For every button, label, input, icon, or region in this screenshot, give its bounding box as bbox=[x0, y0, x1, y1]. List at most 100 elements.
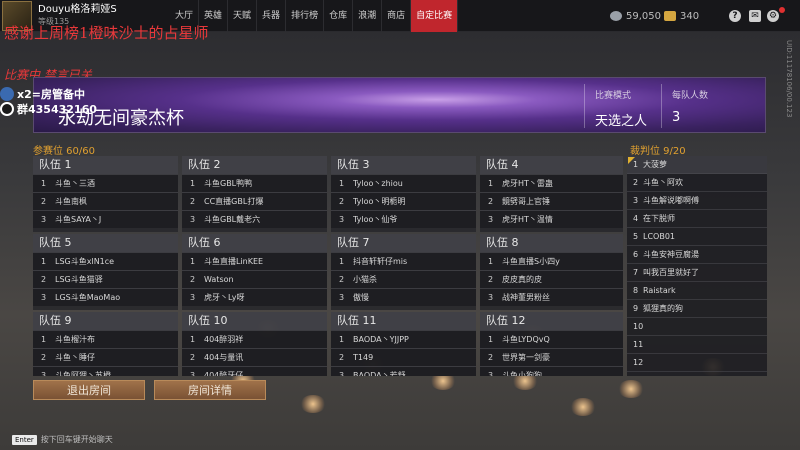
team-card[interactable]: 队伍 3 1 Tyloo丶zhiou 2 Tyloo丶明栀明 3 Tyloo丶仙爷 bbox=[331, 156, 476, 232]
slot-number: 3 bbox=[190, 293, 196, 302]
player-slot[interactable]: 1 Tyloo丶zhiou bbox=[331, 174, 476, 192]
player-slot[interactable]: 3 404醉牙仔 bbox=[182, 366, 327, 376]
referee-slot[interactable]: 7 叫我百里就好了 bbox=[627, 264, 767, 282]
player-slot[interactable]: 2 鏡劈哥上官锤 bbox=[480, 192, 623, 210]
silver-currency: 59,050 bbox=[610, 0, 661, 32]
mail-icon[interactable]: ✉ bbox=[749, 10, 761, 22]
stream-overlay-admin: x2=房管备中 bbox=[0, 86, 85, 102]
player-slot[interactable]: 2 T149 bbox=[331, 348, 476, 366]
team-card[interactable]: 队伍 8 1 斗鱼直播S小四y 2 皮皮真的皮 3 战神董男粉丝 bbox=[480, 234, 623, 310]
team-card[interactable]: 队伍 1 1 斗鱼丶三酒 2 斗鱼南枫 3 斗鱼SAYA丶J bbox=[33, 156, 178, 232]
nav-leaderboard[interactable]: 排行榜 bbox=[286, 0, 325, 32]
player-name: 斗鱼SAYA丶J bbox=[55, 215, 102, 224]
team-card[interactable]: 队伍 2 1 斗鱼GBL鸭鸭 2 CC直播GBL打爆 3 斗鱼GBL戴老六 bbox=[182, 156, 327, 232]
team-card[interactable]: 队伍 12 1 斗鱼LYDQvQ 2 世界第一剑豪 3 斗鱼小狗狗 bbox=[480, 312, 623, 376]
nav-shop[interactable]: 商店 bbox=[382, 0, 412, 32]
referee-slot[interactable]: 10 bbox=[627, 318, 767, 336]
help-icon[interactable]: ? bbox=[729, 10, 741, 22]
slot-number: 1 bbox=[339, 257, 345, 266]
player-slot[interactable]: 2 404与量讯 bbox=[182, 348, 327, 366]
player-slot[interactable]: 2 Tyloo丶明栀明 bbox=[331, 192, 476, 210]
referee-slot[interactable]: 11 bbox=[627, 336, 767, 354]
player-slot[interactable]: 2 Watson bbox=[182, 270, 327, 288]
team-card[interactable]: 队伍 4 1 虎牙HT丶雷蛊 2 鏡劈哥上官锤 3 虎牙HT丶温情 bbox=[480, 156, 623, 232]
player-slot[interactable]: 3 虎牙HT丶温情 bbox=[480, 210, 623, 228]
referee-number: 9 bbox=[633, 304, 639, 313]
referee-number: 10 bbox=[633, 322, 644, 331]
player-slot[interactable]: 1 斗鱼直播S小四y bbox=[480, 252, 623, 270]
team-card[interactable]: 队伍 7 1 抖音轩轩仔mis 2 小猫杀 3 傲慢 bbox=[331, 234, 476, 310]
nav-storage[interactable]: 仓库 bbox=[324, 0, 354, 32]
player-slot[interactable]: 1 斗鱼GBL鸭鸭 bbox=[182, 174, 327, 192]
player-slot[interactable]: 3 Tyloo丶仙爷 bbox=[331, 210, 476, 228]
player-name: 404醉牙仔 bbox=[204, 371, 244, 376]
settings-icon[interactable]: ⚙ bbox=[767, 10, 779, 22]
player-slot[interactable]: 2 斗鱼丶睡仔 bbox=[33, 348, 178, 366]
player-slot[interactable]: 2 小猫杀 bbox=[331, 270, 476, 288]
slot-number: 3 bbox=[41, 293, 47, 302]
slot-number: 2 bbox=[190, 197, 196, 206]
referee-slot[interactable]: 3 斗鱼解说嘟啊傅 bbox=[627, 192, 767, 210]
player-name: 斗鱼阿狸丶苏橙 bbox=[55, 371, 111, 376]
exit-room-button[interactable]: 退出房间 bbox=[33, 380, 145, 400]
player-name: 404与量讯 bbox=[204, 353, 244, 362]
team-card[interactable]: 队伍 9 1 斗鱼榴汁布 2 斗鱼丶睡仔 3 斗鱼阿狸丶苏橙 bbox=[33, 312, 178, 376]
nav-weapons[interactable]: 兵器 bbox=[257, 0, 287, 32]
player-slot[interactable]: 2 LSG斗鱼猫驿 bbox=[33, 270, 178, 288]
gold-amount: 340 bbox=[680, 10, 700, 22]
player-slot[interactable]: 1 斗鱼直播LinKEE bbox=[182, 252, 327, 270]
slot-number: 3 bbox=[41, 371, 47, 376]
player-name: CC直播GBL打爆 bbox=[204, 197, 264, 206]
referee-slot[interactable]: 6 斗鱼安神豆腐湯 bbox=[627, 246, 767, 264]
player-slot[interactable]: 3 傲慢 bbox=[331, 288, 476, 306]
team-card[interactable]: 队伍 5 1 LSG斗鱼xlN1ce 2 LSG斗鱼猫驿 3 LGS斗鱼MaoMao bbox=[33, 234, 178, 310]
player-slot[interactable]: 3 虎牙丶Ly呀 bbox=[182, 288, 327, 306]
referee-slot[interactable]: 12 bbox=[627, 354, 767, 372]
player-slot[interactable]: 3 战神董男粉丝 bbox=[480, 288, 623, 306]
team-name: 队伍 3 bbox=[331, 156, 476, 174]
username: Douyu格洛莉娅S bbox=[38, 3, 117, 15]
player-slot[interactable]: 1 虎牙HT丶雷蛊 bbox=[480, 174, 623, 192]
player-slot[interactable]: 3 斗鱼GBL戴老六 bbox=[182, 210, 327, 228]
room-details-button[interactable]: 房间详情 bbox=[154, 380, 266, 400]
nav-custom-match[interactable]: 自定比赛 bbox=[411, 0, 459, 32]
player-name: 鏡劈哥上官锤 bbox=[502, 197, 550, 206]
player-slot[interactable]: 3 LGS斗鱼MaoMao bbox=[33, 288, 178, 306]
referee-slot[interactable]: 9 狐狸真的狗 bbox=[627, 300, 767, 318]
player-slot[interactable]: 1 斗鱼榴汁布 bbox=[33, 330, 178, 348]
slot-number: 2 bbox=[488, 353, 494, 362]
player-slot[interactable]: 3 斗鱼SAYA丶J bbox=[33, 210, 178, 228]
player-slot[interactable]: 3 斗鱼小狗狗 bbox=[480, 366, 623, 376]
match-mode: 比赛模式 天选之人 bbox=[584, 84, 658, 129]
team-card[interactable]: 队伍 10 1 404醉羽祥 2 404与量讯 3 404醉牙仔 bbox=[182, 312, 327, 376]
player-slot[interactable]: 1 LSG斗鱼xlN1ce bbox=[33, 252, 178, 270]
player-slot[interactable]: 2 斗鱼南枫 bbox=[33, 192, 178, 210]
player-slot[interactable]: 3 斗鱼阿狸丶苏橙 bbox=[33, 366, 178, 376]
team-card[interactable]: 队伍 6 1 斗鱼直播LinKEE 2 Watson 3 虎牙丶Ly呀 bbox=[182, 234, 327, 310]
nav-talents[interactable]: 天赋 bbox=[228, 0, 258, 32]
team-card[interactable]: 队伍 11 1 BAODA丶YJJPP 2 T149 3 BAODA丶若舒 bbox=[331, 312, 476, 376]
player-slot[interactable]: 2 CC直播GBL打爆 bbox=[182, 192, 327, 210]
player-slot[interactable]: 2 皮皮真的皮 bbox=[480, 270, 623, 288]
nav-wave[interactable]: 浪潮 bbox=[353, 0, 383, 32]
chat-hint[interactable]: Enter 按下回车键开始聊天 bbox=[12, 434, 113, 445]
referee-slot[interactable]: 2 斗鱼丶阿欢 bbox=[627, 174, 767, 192]
qq-icon bbox=[0, 102, 14, 116]
player-slot[interactable]: 1 斗鱼丶三酒 bbox=[33, 174, 178, 192]
referee-slot[interactable]: 5 LCOB01 bbox=[627, 228, 767, 246]
referee-name: Raistark bbox=[643, 286, 676, 295]
player-slot[interactable]: 1 BAODA丶YJJPP bbox=[331, 330, 476, 348]
referee-name bbox=[643, 336, 767, 353]
player-slot[interactable]: 2 世界第一剑豪 bbox=[480, 348, 623, 366]
player-slot[interactable]: 1 抖音轩轩仔mis bbox=[331, 252, 476, 270]
player-name: LSG斗鱼xlN1ce bbox=[55, 257, 115, 266]
team-name: 队伍 10 bbox=[182, 312, 327, 330]
player-name: 404醉羽祥 bbox=[204, 335, 244, 344]
referee-slot[interactable]: 4 在下脱师 bbox=[627, 210, 767, 228]
player-slot[interactable]: 1 斗鱼LYDQvQ bbox=[480, 330, 623, 348]
referee-slot[interactable]: 8 Raistark bbox=[627, 282, 767, 300]
player-slot[interactable]: 1 404醉羽祥 bbox=[182, 330, 327, 348]
player-name: 斗鱼小狗狗 bbox=[502, 371, 542, 376]
referee-slot[interactable]: 1 大菠萝 bbox=[627, 156, 767, 174]
player-slot[interactable]: 3 BAODA丶若舒 bbox=[331, 366, 476, 376]
